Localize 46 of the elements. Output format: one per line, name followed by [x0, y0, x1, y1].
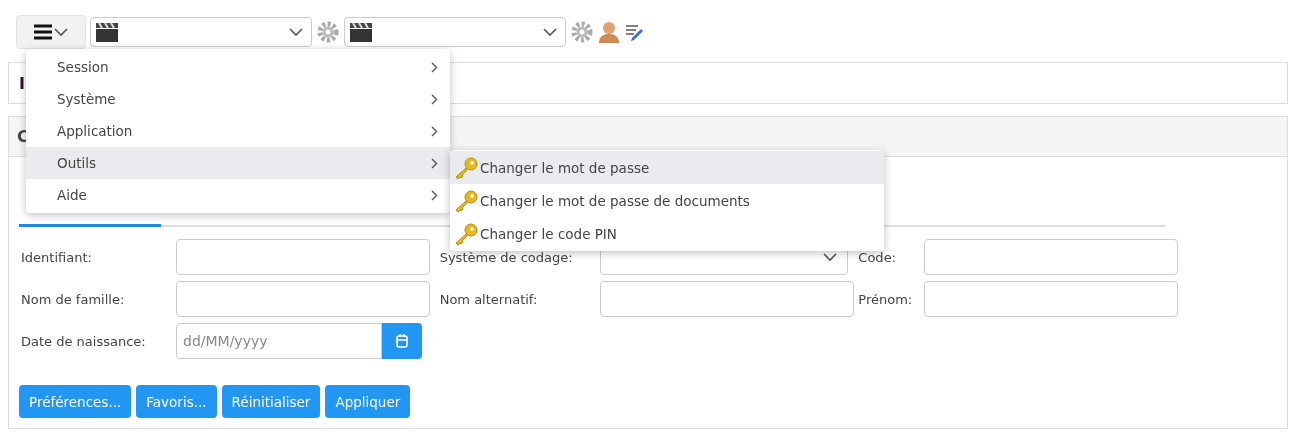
menu-icon [34, 24, 52, 40]
chevron-right-icon [431, 125, 438, 137]
chevron-down-icon [543, 27, 557, 37]
chevron-down-icon [822, 252, 837, 262]
panel-title: I [19, 73, 25, 93]
date-field[interactable]: dd/MM/yyyy [176, 323, 382, 359]
menu-item[interactable]: Application [26, 115, 450, 147]
clapperboard-icon [95, 21, 119, 43]
key-icon [453, 188, 479, 213]
user-icon[interactable] [598, 20, 620, 44]
select-field[interactable] [344, 17, 566, 47]
chevron-right-icon [431, 157, 438, 169]
field-label: Prénom: [858, 291, 914, 307]
menu-item[interactable]: Session [26, 51, 450, 83]
input-field[interactable] [599, 281, 854, 317]
input-field[interactable] [924, 281, 1179, 317]
field-label: Code: [858, 249, 897, 265]
key-icon [453, 221, 479, 246]
submenu-item[interactable]: Changer le mot de passe de documents [450, 184, 884, 217]
field-label: Nom alternatif: [439, 291, 539, 307]
gear-icon[interactable] [316, 20, 340, 44]
field-label: Nom de famille: [21, 291, 126, 307]
menu-item[interactable]: Aide [26, 179, 450, 211]
select-field[interactable] [90, 17, 312, 47]
calendar-icon [396, 334, 408, 348]
input-field[interactable] [176, 281, 430, 317]
field-label: Système de codage: [439, 249, 574, 265]
field-label: Date de naissance: [21, 333, 147, 349]
menu-item[interactable]: Outils [26, 147, 450, 179]
field-label: Identifiant: [21, 249, 93, 265]
menu-button[interactable] [16, 15, 86, 49]
chevron-down-icon [289, 27, 303, 37]
key-icon [453, 155, 479, 180]
clapperboard-icon [349, 21, 373, 43]
submenu-item[interactable]: Changer le mot de passe [450, 151, 884, 184]
gear-icon[interactable] [570, 20, 594, 44]
submenu-item[interactable]: Changer le code PIN [450, 217, 884, 250]
chevron-down-icon [54, 27, 68, 37]
calendar-button[interactable] [382, 323, 422, 359]
chevron-right-icon [431, 189, 438, 201]
pencil-lines-icon[interactable] [624, 22, 644, 42]
chevron-right-icon [431, 61, 438, 73]
input-field[interactable] [176, 239, 430, 275]
input-field[interactable] [924, 239, 1179, 275]
menu-item[interactable]: Système [26, 83, 450, 115]
chevron-right-icon [431, 93, 438, 105]
